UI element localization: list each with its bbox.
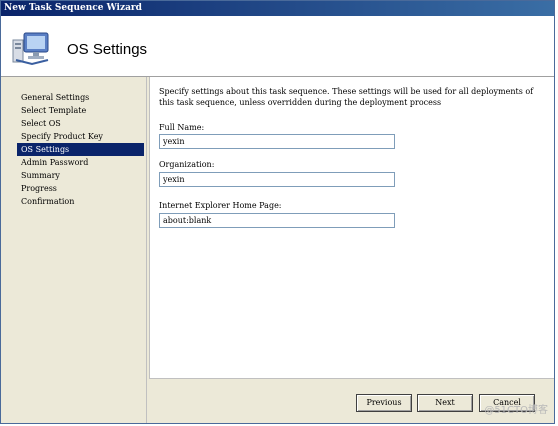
wizard-header: OS Settings [1, 16, 554, 77]
nav-step-confirmation[interactable]: Confirmation [17, 195, 144, 208]
watermark: @51CTO博客 [484, 405, 548, 416]
nav-step-general-settings[interactable]: General Settings [17, 91, 144, 104]
ie-home-page-input[interactable]: about:blank [159, 213, 395, 228]
next-button[interactable]: Next [417, 394, 473, 412]
content-panel: Specify settings about this task sequenc… [149, 77, 554, 379]
nav-step-summary[interactable]: Summary [17, 169, 144, 182]
organization-input[interactable]: yexin [159, 172, 395, 187]
nav-step-select-template[interactable]: Select Template [17, 104, 144, 117]
page-description: Specify settings about this task sequenc… [159, 87, 534, 107]
nav-step-progress[interactable]: Progress [17, 182, 144, 195]
computer-monitor-icon [10, 30, 52, 68]
ie-home-page-label: Internet Explorer Home Page: [159, 201, 282, 210]
wizard-step-list: General Settings Select Template Select … [3, 77, 147, 423]
full-name-label: Full Name: [159, 123, 205, 132]
window-title: New Task Sequence Wizard [1, 1, 554, 16]
nav-step-select-os[interactable]: Select OS [17, 117, 144, 130]
nav-step-os-settings[interactable]: OS Settings [17, 143, 144, 156]
nav-step-admin-password[interactable]: Admin Password [17, 156, 144, 169]
page-title: OS Settings [67, 41, 148, 58]
previous-button[interactable]: Previous [356, 394, 412, 412]
nav-step-specify-product-key[interactable]: Specify Product Key [17, 130, 144, 143]
organization-label: Organization: [159, 160, 215, 169]
full-name-input[interactable]: yexin [159, 134, 395, 149]
wizard-window: New Task Sequence Wizard OS Settings Gen… [0, 0, 555, 424]
